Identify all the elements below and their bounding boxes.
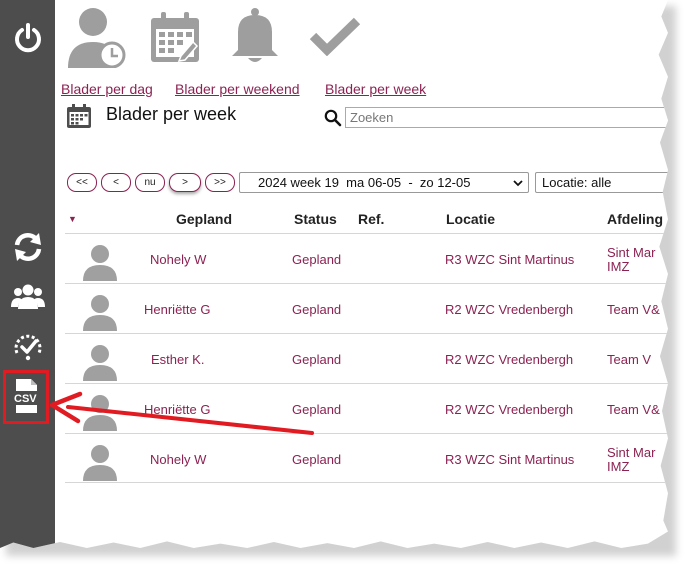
employee-name[interactable]: Henriëtte G: [144, 402, 210, 417]
status-cell: Gepland: [292, 302, 342, 317]
department-line: Sint Mar: [607, 445, 656, 460]
department-cell: Team V&: [607, 402, 660, 417]
avatar-icon: [83, 245, 117, 281]
location-cell: R3 WZC Sint Martinus: [445, 252, 575, 267]
users-icon[interactable]: [0, 282, 55, 310]
search-input[interactable]: [345, 107, 668, 128]
csv-label: CSV: [14, 393, 37, 405]
employee-name[interactable]: Esther K.: [151, 352, 204, 367]
screenshot: CSV Blader per dag Blader per weekend Bl…: [0, 0, 686, 574]
checkmark-icon[interactable]: [309, 16, 361, 61]
calendar-icon[interactable]: [149, 10, 201, 69]
avatar-icon: [83, 445, 117, 481]
department-line: IMZ: [607, 459, 630, 474]
column-header-status[interactable]: Status: [294, 211, 337, 227]
table-row[interactable]: Nohely W Gepland R3 WZC Sint Martinus Si…: [65, 233, 668, 283]
sidebar: CSV: [0, 0, 55, 548]
dashboard-check-icon[interactable]: [0, 331, 55, 363]
first-week-button[interactable]: <<: [67, 173, 97, 192]
location-cell: R2 WZC Vredenbergh: [445, 302, 574, 317]
location-select-value: Locatie: alle: [542, 175, 612, 190]
column-header-afdeling[interactable]: Afdeling: [607, 211, 663, 227]
bell-icon[interactable]: [229, 6, 281, 69]
status-cell: Gepland: [292, 402, 342, 417]
employee-name[interactable]: Nohely W: [150, 252, 206, 267]
column-header-ref[interactable]: Ref.: [358, 211, 384, 227]
department-cell: Sint Mar IMZ: [607, 446, 655, 474]
status-cell: Gepland: [292, 252, 342, 267]
current-week-button[interactable]: nu: [135, 173, 165, 192]
status-cell: Gepland: [292, 352, 342, 367]
avatar-icon: [83, 345, 117, 381]
column-header-gepland[interactable]: Gepland: [176, 211, 232, 227]
location-cell: R2 WZC Vredenbergh: [445, 402, 574, 417]
refresh-icon[interactable]: [0, 231, 55, 263]
table-row[interactable]: Esther K. Gepland R2 WZC Vredenbergh Tea…: [65, 333, 668, 383]
location-select[interactable]: Locatie: alle: [535, 172, 668, 193]
nav-link-per-week[interactable]: Blader per week: [325, 81, 426, 97]
department-cell: Team V: [607, 352, 652, 367]
csv-export-highlight[interactable]: CSV: [3, 370, 49, 424]
department-cell: Sint Mar IMZ: [607, 246, 655, 274]
nav-link-per-weekend[interactable]: Blader per weekend: [175, 81, 300, 97]
avatar-icon: [83, 295, 117, 331]
chevron-down-icon: [513, 180, 523, 187]
power-icon[interactable]: [0, 22, 55, 54]
table-row[interactable]: Henriëtte G Gepland R2 WZC Vredenbergh T…: [65, 383, 668, 433]
department-line: Sint Mar: [607, 245, 656, 260]
sort-indicator-icon[interactable]: ▼: [68, 214, 77, 224]
table-row[interactable]: Nohely W Gepland R3 WZC Sint Martinus Si…: [65, 433, 668, 483]
table-row[interactable]: Henriëtte G Gepland R2 WZC Vredenbergh T…: [65, 283, 668, 333]
week-select-value: 2024 week 19 ma 06-05 - zo 12-05: [258, 175, 471, 190]
page-title: Blader per week: [106, 104, 237, 124]
location-cell: R3 WZC Sint Martinus: [445, 452, 575, 467]
status-cell: Gepland: [292, 452, 342, 467]
week-select[interactable]: 2024 week 19 ma 06-05 - zo 12-05: [239, 172, 529, 193]
search-icon: [324, 109, 342, 132]
department-line: IMZ: [607, 259, 630, 274]
location-cell: R2 WZC Vredenbergh: [445, 352, 574, 367]
nav-link-per-dag[interactable]: Blader per dag: [61, 81, 153, 97]
week-calendar-icon: [66, 103, 92, 134]
app-window: CSV Blader per dag Blader per weekend Bl…: [0, 0, 668, 548]
avatar-icon: [83, 395, 117, 431]
last-week-button[interactable]: >>: [205, 173, 235, 192]
employee-name[interactable]: Henriëtte G: [144, 302, 210, 317]
user-clock-icon[interactable]: [66, 4, 128, 73]
prev-week-button[interactable]: <: [101, 173, 131, 192]
next-week-button[interactable]: >: [169, 173, 201, 192]
department-cell: Team V&: [607, 302, 660, 317]
employee-name[interactable]: Nohely W: [150, 452, 206, 467]
column-header-locatie[interactable]: Locatie: [446, 211, 495, 227]
